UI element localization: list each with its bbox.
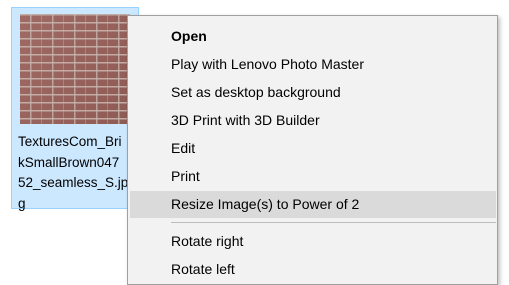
file-name-line: g	[18, 195, 26, 211]
file-name-label: TexturesCom_Bri kSmallBrown047 52_seamle…	[18, 132, 131, 214]
menu-item-open[interactable]: Open	[130, 23, 496, 50]
menu-item-set-desktop-background[interactable]: Set as desktop background	[130, 79, 496, 106]
brick-texture-thumbnail	[20, 14, 130, 124]
menu-item-resize-to-power-of-2[interactable]: Resize Image(s) to Power of 2	[130, 191, 496, 218]
menu-item-rotate-left[interactable]: Rotate left	[130, 256, 496, 283]
menu-item-3d-print[interactable]: 3D Print with 3D Builder	[130, 107, 496, 134]
file-name-line: kSmallBrown047	[18, 154, 120, 170]
menu-item-print[interactable]: Print	[130, 163, 496, 190]
menu-item-play-with-photo-master[interactable]: Play with Lenovo Photo Master	[130, 51, 496, 78]
menu-separator	[171, 222, 496, 223]
menu-item-rotate-right[interactable]: Rotate right	[130, 228, 496, 255]
selected-file-item[interactable]: TexturesCom_Bri kSmallBrown047 52_seamle…	[11, 7, 139, 211]
menu-item-edit[interactable]: Edit	[130, 135, 496, 162]
context-menu: Open Play with Lenovo Photo Master Set a…	[127, 15, 498, 285]
file-name-line: TexturesCom_Bri	[18, 134, 122, 149]
file-name-line: 52_seamless_S.jp	[18, 175, 129, 190]
